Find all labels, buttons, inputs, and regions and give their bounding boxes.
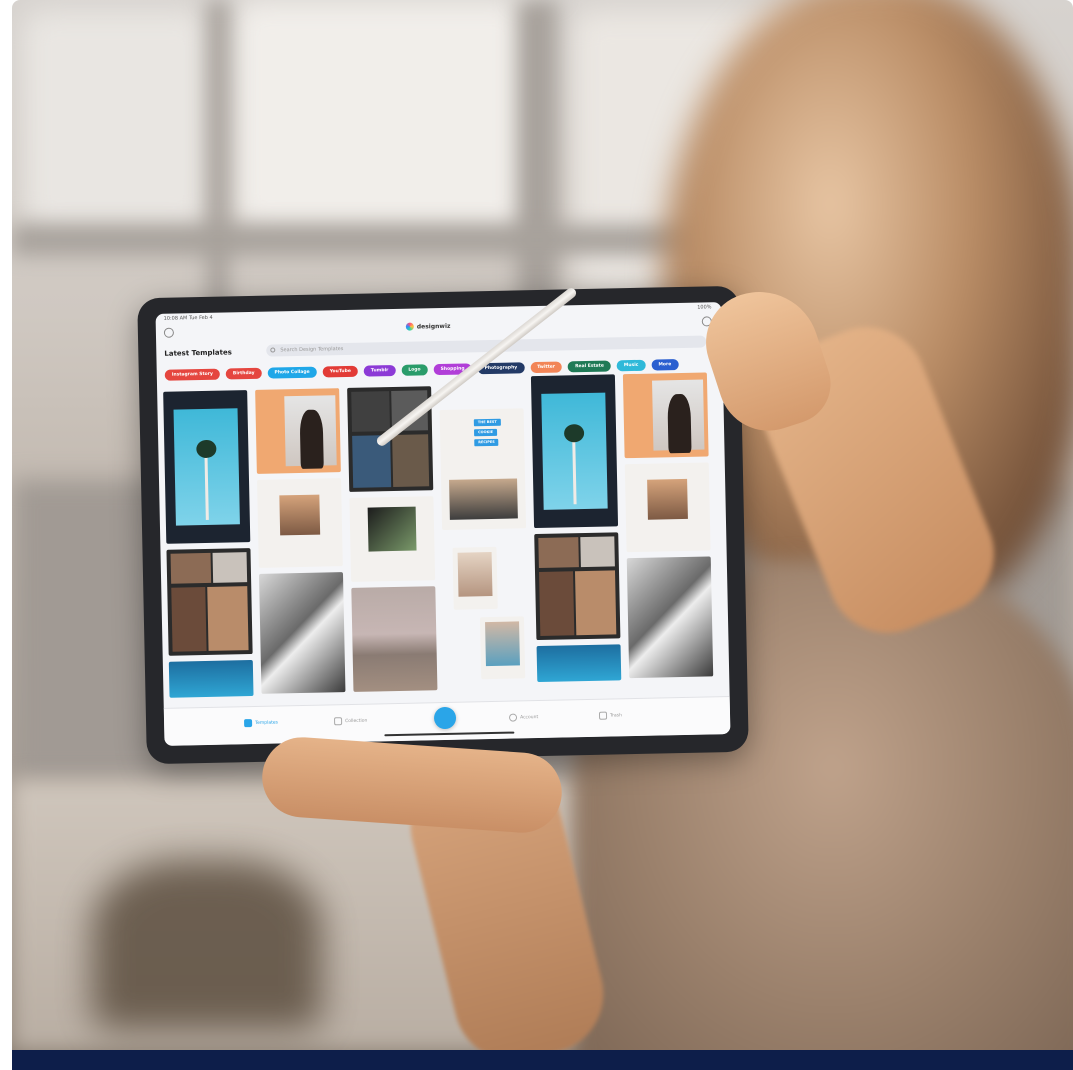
trash-icon: [598, 711, 608, 720]
template-card[interactable]: [258, 572, 346, 694]
profile-icon[interactable]: [163, 327, 175, 338]
category-chip[interactable]: Real Estate: [567, 360, 611, 373]
status-time: 10:08 AM Tue Feb 4: [163, 314, 213, 322]
logo-mark-icon: [405, 322, 414, 331]
logo-text: designwiz: [416, 322, 451, 331]
template-thumbnail: [647, 478, 688, 520]
template-card[interactable]: [255, 388, 341, 474]
category-chip[interactable]: Tumblr: [363, 364, 396, 377]
nav-collection[interactable]: Collection: [334, 717, 367, 726]
nav-label: Trash: [609, 712, 622, 719]
template-card[interactable]: [163, 390, 251, 544]
category-chip[interactable]: YouTube: [322, 365, 359, 378]
window-light-center: [232, 0, 532, 230]
template-card[interactable]: [166, 548, 253, 656]
tablet-screen: 10:08 AM Tue Feb 4 100% designwiz Latest…: [155, 302, 731, 746]
palm-leaves: [563, 423, 585, 443]
category-chip[interactable]: Logo: [401, 364, 428, 376]
template-card[interactable]: [257, 478, 343, 568]
account-icon: [508, 713, 518, 722]
template-card[interactable]: [530, 374, 619, 529]
blurred-plant: [92, 860, 322, 1030]
template-thumbnail: [457, 551, 493, 597]
template-thumbnail: [367, 506, 417, 552]
template-card[interactable]: [622, 372, 709, 459]
template-card[interactable]: [168, 660, 254, 698]
home-indicator: [384, 731, 515, 737]
template-card[interactable]: [351, 586, 438, 692]
bookmark-icon: [334, 717, 343, 726]
page-title: Latest Templates: [164, 348, 232, 358]
template-thumbnail: [485, 621, 520, 667]
template-card[interactable]: [479, 616, 526, 680]
template-card[interactable]: [626, 556, 714, 679]
tablet-device: 10:08 AM Tue Feb 4 100% designwiz Latest…: [137, 285, 749, 765]
template-tag: COOKIE: [474, 428, 498, 437]
nav-label: Collection: [345, 718, 368, 724]
category-chip[interactable]: Twitter: [530, 361, 563, 374]
template-person: [666, 393, 692, 454]
template-card[interactable]: [452, 546, 498, 610]
category-chip[interactable]: Birthday: [225, 367, 262, 380]
templates-icon: [244, 719, 253, 728]
nav-templates[interactable]: Templates: [244, 718, 279, 728]
template-person: [299, 409, 324, 469]
search-icon: [270, 347, 276, 353]
template-tag: THE BEST: [473, 418, 501, 427]
category-chip[interactable]: Instagram Story: [164, 368, 221, 381]
category-chip[interactable]: Music: [616, 359, 646, 372]
app-logo: designwiz: [405, 322, 451, 331]
nav-label: Templates: [255, 719, 279, 726]
template-thumbnail: [279, 494, 321, 536]
nav-trash[interactable]: Trash: [598, 711, 622, 720]
category-chip[interactable]: Photo Collage: [267, 366, 317, 379]
category-chip[interactable]: More: [651, 359, 679, 371]
template-card[interactable]: [349, 496, 436, 582]
template-grid: THE BEST COOKIE RECIPES: [163, 372, 725, 706]
nav-account[interactable]: Account: [508, 713, 539, 722]
status-battery: 100%: [697, 304, 712, 311]
lifestyle-photo: 10:08 AM Tue Feb 4 100% designwiz Latest…: [12, 0, 1073, 1050]
bottom-band: [12, 1050, 1073, 1070]
template-card[interactable]: [624, 462, 711, 553]
nav-label: Account: [519, 714, 539, 720]
window-light-left: [22, 10, 212, 230]
template-card[interactable]: [536, 644, 622, 683]
template-thumbnail: [449, 478, 518, 520]
template-card[interactable]: THE BEST COOKIE RECIPES: [439, 408, 527, 531]
template-tag: RECIPES: [474, 438, 499, 447]
create-button[interactable]: [433, 706, 457, 730]
palm-leaves: [196, 439, 217, 459]
template-card[interactable]: [534, 532, 621, 641]
